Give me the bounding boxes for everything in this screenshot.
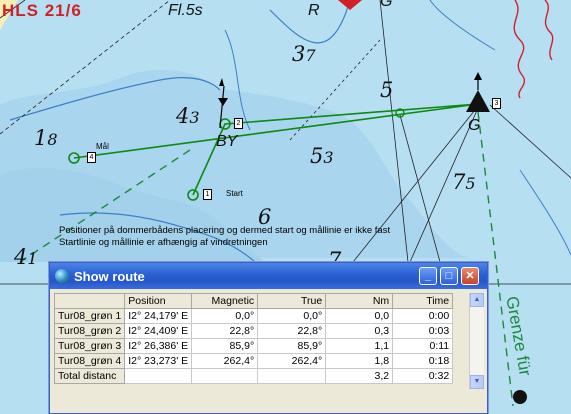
scroll-up-arrow-icon[interactable]: ▲ xyxy=(470,293,484,307)
column-header-time[interactable]: Time xyxy=(392,293,454,309)
column-header-true[interactable]: True xyxy=(257,293,327,309)
window-title: Show route xyxy=(74,269,145,284)
table-row-total[interactable]: Total distanc 3,2 0:32 xyxy=(53,368,454,384)
depth-sounding: 41 xyxy=(14,245,38,269)
cell-time: 0:00 xyxy=(392,308,454,324)
maximize-button[interactable]: □ xyxy=(440,267,458,285)
buoy-label-g-top: G xyxy=(380,0,393,10)
table-row[interactable]: Tur08_grøn 1 I2° 24,179' E 0,0° 0,0° 0,0… xyxy=(53,308,454,324)
minimize-button[interactable]: _ xyxy=(419,267,437,285)
waypoint-2-tag[interactable]: 2 xyxy=(234,118,243,129)
depth-sounding: 43 xyxy=(176,104,200,128)
cell-true: 0,0° xyxy=(257,308,327,324)
cell-nm: 1,8 xyxy=(325,353,394,369)
depth-sounding: 53 xyxy=(310,144,334,168)
table-row[interactable]: Tur08_grøn 4 I2° 23,273' E 262,4° 262,4°… xyxy=(53,353,454,369)
buoy-label-r: R xyxy=(308,2,320,19)
depth-sounding: 5 xyxy=(380,78,394,102)
depth-sounding: 75 xyxy=(452,170,476,194)
buoy-label-g: G xyxy=(468,117,481,134)
note-line-1: Positioner på dommerbådens placering og … xyxy=(59,225,391,236)
finish-label: Mål xyxy=(96,142,109,151)
waypoint-4-tag[interactable]: 4 xyxy=(87,152,96,163)
window-titlebar[interactable]: Show route _ □ ✕ xyxy=(50,263,487,289)
table-header-row: Position Magnetic True Nm Time xyxy=(53,293,454,309)
globe-icon xyxy=(55,269,69,283)
table-row[interactable]: Tur08_grøn 2 I2° 24,409' E 22,8° 22,8° 0… xyxy=(53,323,454,339)
column-header-magnetic[interactable]: Magnetic xyxy=(191,293,259,309)
cell-magnetic: 262,4° xyxy=(191,353,259,369)
row-name: Total distanc xyxy=(53,368,126,384)
column-header-position[interactable]: Position xyxy=(124,293,193,309)
cell-true: 262,4° xyxy=(257,353,327,369)
cell-true: 85,9° xyxy=(257,338,327,354)
cell-true xyxy=(257,368,327,384)
note-line-2: Startlinie og mållinie er afhængig af vi… xyxy=(59,237,268,248)
cell-magnetic: 22,8° xyxy=(191,323,259,339)
start-label: Start xyxy=(226,189,243,198)
cell-position: I2° 24,409' E xyxy=(124,323,193,339)
cell-nm: 1,1 xyxy=(325,338,394,354)
black-mark-bottom xyxy=(513,390,527,404)
row-name: Tur08_grøn 2 xyxy=(53,323,126,339)
row-name: Tur08_grøn 4 xyxy=(53,353,126,369)
cell-magnetic: 85,9° xyxy=(191,338,259,354)
cell-time: 0:11 xyxy=(392,338,454,354)
cell-time: 0:32 xyxy=(392,368,454,384)
chart-title-hls: HLS 21/6 xyxy=(2,1,82,20)
cell-position: I2° 24,179' E xyxy=(124,308,193,324)
depth-sounding: 18 xyxy=(34,126,58,150)
cell-true: 22,8° xyxy=(257,323,327,339)
table-row[interactable]: Tur08_grøn 3 I2° 26,386' E 85,9° 85,9° 1… xyxy=(53,338,454,354)
cell-position xyxy=(124,368,193,384)
vertical-scrollbar[interactable]: ▲ ▼ xyxy=(469,293,484,389)
route-table[interactable]: Position Magnetic True Nm Time Tur08_grø… xyxy=(53,293,454,384)
cell-nm: 0,3 xyxy=(325,323,394,339)
depth-sounding: 37 xyxy=(292,42,316,66)
cell-position: I2° 23,273' E xyxy=(124,353,193,369)
column-header-nm[interactable]: Nm xyxy=(325,293,394,309)
cell-time: 0:03 xyxy=(392,323,454,339)
cell-magnetic: 0,0° xyxy=(191,308,259,324)
close-button[interactable]: ✕ xyxy=(461,267,479,285)
cell-magnetic xyxy=(191,368,259,384)
row-name: Tur08_grøn 3 xyxy=(53,338,126,354)
row-name: Tur08_grøn 1 xyxy=(53,308,126,324)
scroll-down-arrow-icon[interactable]: ▼ xyxy=(470,375,484,389)
waypoint-1-tag[interactable]: 1 xyxy=(203,189,212,200)
light-characteristic: Fl.5s xyxy=(168,2,203,19)
cell-nm: 0,0 xyxy=(325,308,394,324)
cell-position: I2° 26,386' E xyxy=(124,338,193,354)
show-route-window[interactable]: Show route _ □ ✕ Position Magnetic True … xyxy=(49,262,488,414)
cell-time: 0:18 xyxy=(392,353,454,369)
cell-nm: 3,2 xyxy=(325,368,394,384)
column-header[interactable] xyxy=(53,293,126,309)
waypoint-3-tag[interactable]: 3 xyxy=(492,98,501,109)
buoy-label-by: BY xyxy=(216,133,238,150)
